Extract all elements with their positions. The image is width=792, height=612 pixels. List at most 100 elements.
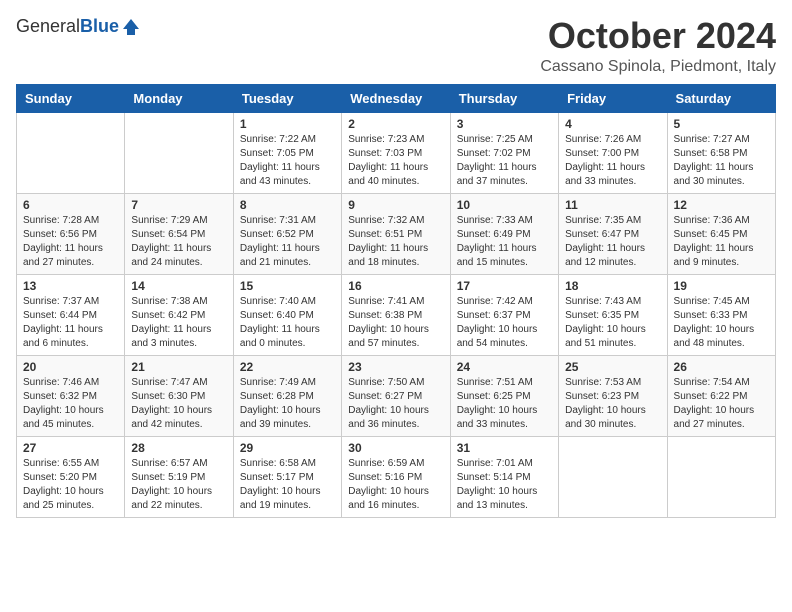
calendar-cell: 16 Sunrise: 7:41 AM Sunset: 6:38 PM Dayli… — [342, 274, 450, 355]
day-number: 26 — [674, 360, 769, 374]
day-info: Sunrise: 7:23 AM Sunset: 7:03 PM Dayligh… — [348, 133, 443, 189]
day-number: 29 — [240, 441, 335, 455]
page-header: GeneralBlue October 2024 Cassano Spinola… — [16, 16, 776, 76]
calendar-cell: 1 Sunrise: 7:22 AM Sunset: 7:05 PM Daylig… — [233, 112, 341, 193]
weekday-header-thursday: Thursday — [450, 84, 558, 112]
day-info: Sunrise: 7:40 AM Sunset: 6:40 PM Dayligh… — [240, 295, 335, 351]
calendar-cell: 30Sunrise: 6:59 AM Sunset: 5:16 PM Dayli… — [342, 436, 450, 517]
calendar-week-2: 6 Sunrise: 7:28 AM Sunset: 6:56 PM Daylig… — [17, 193, 776, 274]
day-number: 27 — [23, 441, 118, 455]
day-info: Sunrise: 7:53 AM Sunset: 6:23 PM Dayligh… — [565, 376, 660, 432]
day-info: Sunrise: 7:32 AM Sunset: 6:51 PM Dayligh… — [348, 214, 443, 270]
day-number: 5 — [674, 117, 769, 131]
calendar-cell: 29 Sunrise: 6:58 AM Sunset: 5:17 PM Dayli… — [233, 436, 341, 517]
calendar-cell: 6 Sunrise: 7:28 AM Sunset: 6:56 PM Daylig… — [17, 193, 125, 274]
day-info: Sunrise: 7:45 AM Sunset: 6:33 PM Dayligh… — [674, 295, 769, 351]
logo: GeneralBlue — [16, 16, 141, 37]
day-info: Sunrise: 6:55 AM Sunset: 5:20 PM Dayligh… — [23, 457, 118, 513]
weekday-header-monday: Monday — [125, 84, 233, 112]
day-info: Sunrise: 7:36 AM Sunset: 6:45 PM Dayligh… — [674, 214, 769, 270]
day-number: 15 — [240, 279, 335, 293]
calendar-cell: 4Sunrise: 7:26 AM Sunset: 7:00 PM Daylig… — [559, 112, 667, 193]
day-number: 1 — [240, 117, 335, 131]
day-number: 24 — [457, 360, 552, 374]
calendar-cell: 26Sunrise: 7:54 AM Sunset: 6:22 PM Dayli… — [667, 355, 775, 436]
location-text: Cassano Spinola, Piedmont, Italy — [540, 58, 776, 76]
calendar-cell: 3 Sunrise: 7:25 AM Sunset: 7:02 PM Daylig… — [450, 112, 558, 193]
day-info: Sunrise: 6:57 AM Sunset: 5:19 PM Dayligh… — [131, 457, 226, 513]
day-number: 13 — [23, 279, 118, 293]
day-info: Sunrise: 7:22 AM Sunset: 7:05 PM Dayligh… — [240, 133, 335, 189]
calendar-cell: 9 Sunrise: 7:32 AM Sunset: 6:51 PM Daylig… — [342, 193, 450, 274]
day-number: 28 — [131, 441, 226, 455]
day-info: Sunrise: 7:28 AM Sunset: 6:56 PM Dayligh… — [23, 214, 118, 270]
day-info: Sunrise: 7:42 AM Sunset: 6:37 PM Dayligh… — [457, 295, 552, 351]
day-number: 16 — [348, 279, 443, 293]
day-info: Sunrise: 7:43 AM Sunset: 6:35 PM Dayligh… — [565, 295, 660, 351]
logo-icon — [121, 17, 141, 37]
day-info: Sunrise: 6:59 AM Sunset: 5:16 PM Dayligh… — [348, 457, 443, 513]
day-number: 9 — [348, 198, 443, 212]
calendar-cell: 5 Sunrise: 7:27 AM Sunset: 6:58 PM Daylig… — [667, 112, 775, 193]
calendar-cell — [17, 112, 125, 193]
day-number: 18 — [565, 279, 660, 293]
calendar-cell: 27 Sunrise: 6:55 AM Sunset: 5:20 PM Dayli… — [17, 436, 125, 517]
day-number: 3 — [457, 117, 552, 131]
month-title: October 2024 — [540, 16, 776, 56]
calendar-week-4: 20Sunrise: 7:46 AM Sunset: 6:32 PM Dayli… — [17, 355, 776, 436]
day-number: 23 — [348, 360, 443, 374]
day-number: 7 — [131, 198, 226, 212]
calendar-cell: 23 Sunrise: 7:50 AM Sunset: 6:27 PM Dayli… — [342, 355, 450, 436]
day-number: 12 — [674, 198, 769, 212]
day-number: 25 — [565, 360, 660, 374]
calendar-cell: 11 Sunrise: 7:35 AM Sunset: 6:47 PM Dayli… — [559, 193, 667, 274]
day-number: 22 — [240, 360, 335, 374]
day-info: Sunrise: 7:47 AM Sunset: 6:30 PM Dayligh… — [131, 376, 226, 432]
calendar-week-3: 13 Sunrise: 7:37 AM Sunset: 6:44 PM Dayli… — [17, 274, 776, 355]
day-info: Sunrise: 7:25 AM Sunset: 7:02 PM Dayligh… — [457, 133, 552, 189]
day-info: Sunrise: 7:49 AM Sunset: 6:28 PM Dayligh… — [240, 376, 335, 432]
calendar-cell: 7 Sunrise: 7:29 AM Sunset: 6:54 PM Daylig… — [125, 193, 233, 274]
day-info: Sunrise: 7:01 AM Sunset: 5:14 PM Dayligh… — [457, 457, 552, 513]
day-info: Sunrise: 7:35 AM Sunset: 6:47 PM Dayligh… — [565, 214, 660, 270]
day-number: 6 — [23, 198, 118, 212]
calendar-cell: 18 Sunrise: 7:43 AM Sunset: 6:35 PM Dayli… — [559, 274, 667, 355]
weekday-header-saturday: Saturday — [667, 84, 775, 112]
logo-blue-text: Blue — [80, 16, 119, 37]
day-info: Sunrise: 7:37 AM Sunset: 6:44 PM Dayligh… — [23, 295, 118, 351]
calendar-cell — [559, 436, 667, 517]
weekday-header-wednesday: Wednesday — [342, 84, 450, 112]
day-info: Sunrise: 7:33 AM Sunset: 6:49 PM Dayligh… — [457, 214, 552, 270]
day-info: Sunrise: 7:51 AM Sunset: 6:25 PM Dayligh… — [457, 376, 552, 432]
day-info: Sunrise: 7:41 AM Sunset: 6:38 PM Dayligh… — [348, 295, 443, 351]
day-info: Sunrise: 7:31 AM Sunset: 6:52 PM Dayligh… — [240, 214, 335, 270]
calendar-cell: 8Sunrise: 7:31 AM Sunset: 6:52 PM Daylig… — [233, 193, 341, 274]
calendar-cell: 10 Sunrise: 7:33 AM Sunset: 6:49 PM Dayli… — [450, 193, 558, 274]
calendar-cell: 22 Sunrise: 7:49 AM Sunset: 6:28 PM Dayli… — [233, 355, 341, 436]
calendar-week-1: 1 Sunrise: 7:22 AM Sunset: 7:05 PM Daylig… — [17, 112, 776, 193]
day-number: 2 — [348, 117, 443, 131]
calendar-cell: 28 Sunrise: 6:57 AM Sunset: 5:19 PM Dayli… — [125, 436, 233, 517]
day-info: Sunrise: 7:29 AM Sunset: 6:54 PM Dayligh… — [131, 214, 226, 270]
calendar-cell: 12 Sunrise: 7:36 AM Sunset: 6:45 PM Dayli… — [667, 193, 775, 274]
day-info: Sunrise: 7:27 AM Sunset: 6:58 PM Dayligh… — [674, 133, 769, 189]
weekday-header-friday: Friday — [559, 84, 667, 112]
day-info: Sunrise: 7:38 AM Sunset: 6:42 PM Dayligh… — [131, 295, 226, 351]
calendar-cell: 31Sunrise: 7:01 AM Sunset: 5:14 PM Dayli… — [450, 436, 558, 517]
day-number: 20 — [23, 360, 118, 374]
logo-general-text: General — [16, 16, 80, 37]
calendar-cell — [125, 112, 233, 193]
calendar-cell: 13 Sunrise: 7:37 AM Sunset: 6:44 PM Dayli… — [17, 274, 125, 355]
calendar-cell: 25 Sunrise: 7:53 AM Sunset: 6:23 PM Dayli… — [559, 355, 667, 436]
day-info: Sunrise: 6:58 AM Sunset: 5:17 PM Dayligh… — [240, 457, 335, 513]
calendar-cell: 24 Sunrise: 7:51 AM Sunset: 6:25 PM Dayli… — [450, 355, 558, 436]
calendar-cell: 17Sunrise: 7:42 AM Sunset: 6:37 PM Dayli… — [450, 274, 558, 355]
day-info: Sunrise: 7:50 AM Sunset: 6:27 PM Dayligh… — [348, 376, 443, 432]
day-number: 10 — [457, 198, 552, 212]
calendar-cell: 2 Sunrise: 7:23 AM Sunset: 7:03 PM Daylig… — [342, 112, 450, 193]
calendar-week-5: 27 Sunrise: 6:55 AM Sunset: 5:20 PM Dayli… — [17, 436, 776, 517]
calendar-cell: 20Sunrise: 7:46 AM Sunset: 6:32 PM Dayli… — [17, 355, 125, 436]
day-number: 11 — [565, 198, 660, 212]
calendar-cell — [667, 436, 775, 517]
day-number: 21 — [131, 360, 226, 374]
